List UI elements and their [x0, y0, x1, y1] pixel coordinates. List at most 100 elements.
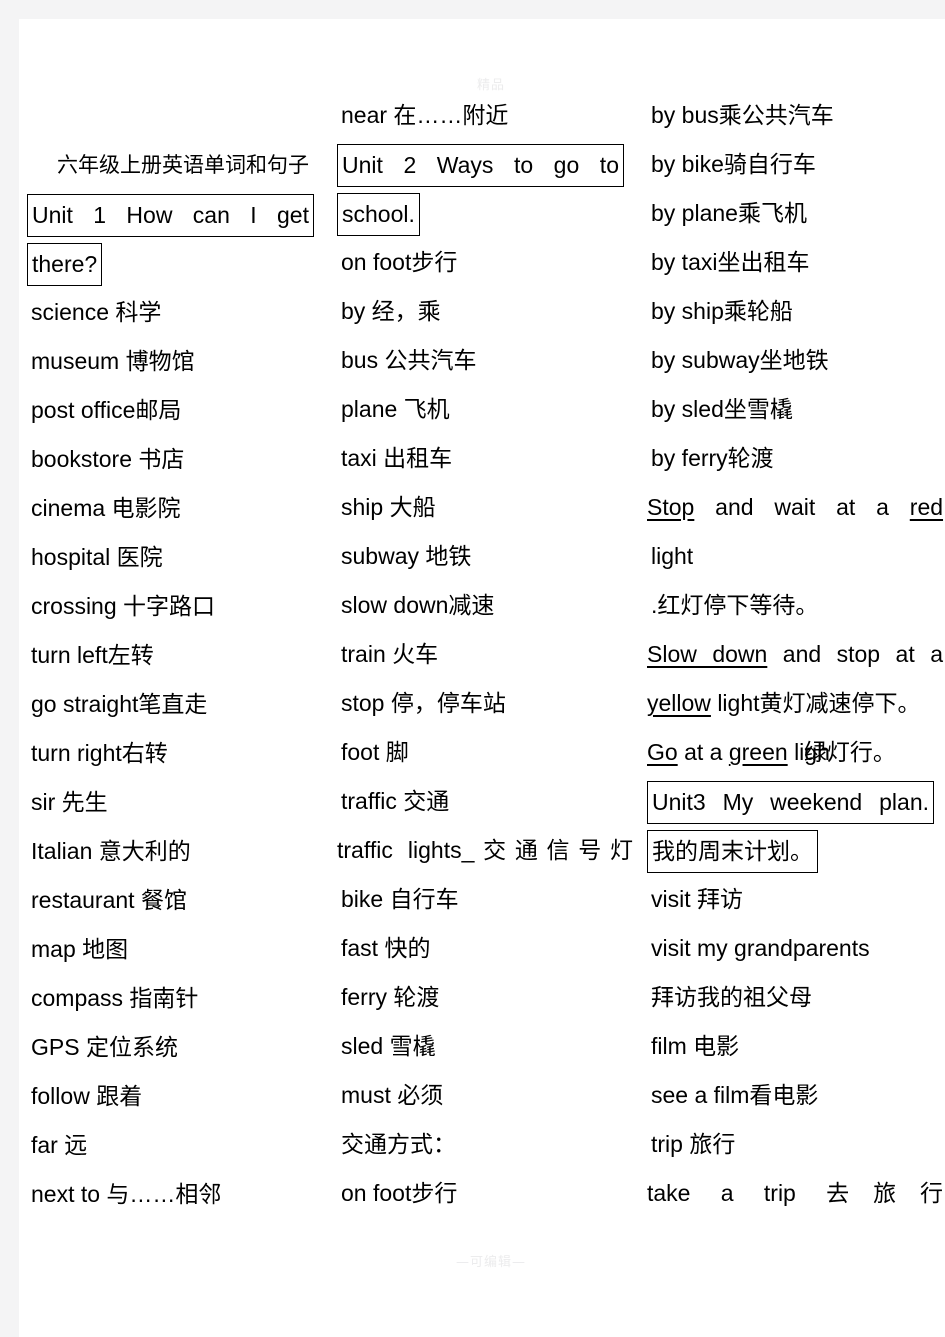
vocabulary-entry: .红灯停下等待。: [647, 581, 945, 630]
vocabulary-entry-text: restaurant 餐馆: [31, 887, 187, 913]
vocabulary-entry: next to 与……相邻: [27, 1170, 337, 1219]
vocabulary-entry: must 必须: [337, 1071, 647, 1120]
vocabulary-entry-text: turn right右转: [31, 740, 168, 766]
vocabulary-entry-text: by taxi坐出租车: [651, 249, 810, 275]
vocabulary-entry: visit my grandparents: [647, 924, 945, 973]
vocabulary-entry-text: hospital 医院: [31, 544, 163, 570]
vocabulary-entry: 交通方式：: [337, 1120, 647, 1169]
vocabulary-entry-text: ferry 轮渡: [341, 984, 440, 1010]
vocabulary-entry: ferry 轮渡: [337, 973, 647, 1022]
vocabulary-entry: 拜访我的祖父母: [647, 973, 945, 1022]
vocabulary-entry-text: map 地图: [31, 936, 129, 962]
vocabulary-entry-text: visit my grandparents: [651, 935, 870, 961]
example-sentence: Slow down and stop at a: [647, 630, 945, 679]
vocabulary-entry-text: on foot步行: [341, 249, 458, 275]
vocabulary-entry: by sled坐雪橇: [647, 385, 945, 434]
vocabulary-entry: film 电影: [647, 1022, 945, 1071]
vocabulary-entry: on foot步行: [337, 1169, 647, 1218]
vocabulary-entry-text: bookstore 书店: [31, 446, 185, 472]
unit-heading-text: Unit 2 Ways to go to: [337, 144, 624, 188]
column-3: by bus乘公共汽车 by bike骑自行车 by plane乘飞机 by taxi…: [647, 19, 945, 1337]
vocabulary-entry-text: by bus乘公共汽车: [651, 102, 834, 128]
unit-heading-continuation-text: school.: [337, 193, 420, 237]
vocabulary-entry-text: next to 与……相邻: [31, 1181, 222, 1207]
vocabulary-entry: by ferry轮渡: [647, 434, 945, 483]
vocabulary-entry-text: compass 指南针: [31, 985, 199, 1011]
vocabulary-entry: post office邮局: [27, 386, 337, 435]
unit-heading-continuation-text: there?: [27, 243, 103, 287]
example-sentence-line: Go at a green ligh绿灯行。: [647, 728, 896, 777]
vocabulary-entry-text: by sled坐雪橇: [651, 396, 793, 422]
example-sentence-line: yellow light黄灯减速停下。: [647, 679, 921, 728]
vocabulary-entry: crossing 十字路口: [27, 582, 337, 631]
vocabulary-entry: by bike骑自行车: [647, 140, 945, 189]
underlined-phrase: Stop: [647, 494, 695, 520]
vocabulary-entry-text: crossing 十字路口: [31, 593, 216, 619]
vocabulary-entry-text: far 远: [31, 1132, 88, 1158]
vocabulary-entry-text: see a film看电影: [651, 1082, 819, 1108]
unit-heading-text: Unit 1 How can I get: [27, 194, 314, 238]
sentence-text: and stop at a: [782, 641, 943, 667]
vocabulary-entry: by subway坐地铁: [647, 336, 945, 385]
vocabulary-entry-text: sled 雪橇: [341, 1033, 436, 1059]
vocabulary-entry: turn left左转: [27, 631, 337, 680]
unit-heading-box-continuation: school.: [337, 189, 647, 238]
vocabulary-entry-text: bike 自行车: [341, 886, 459, 912]
vocabulary-entry: taxi 出租车: [337, 434, 647, 483]
vocabulary-entry-text: by subway坐地铁: [651, 347, 829, 373]
vocabulary-entry-text: Italian 意大利的: [31, 838, 191, 864]
vocabulary-entry-text: bus 公共汽车: [341, 347, 477, 373]
vocabulary-entry: visit 拜访: [647, 875, 945, 924]
vocabulary-entry: go straight笔直走: [27, 680, 337, 729]
underlined-phrase: yellow: [647, 690, 711, 716]
vocabulary-entry: stop 停，停车站: [337, 679, 647, 728]
vocabulary-entry-text: traffic lights_交通信号灯: [337, 837, 633, 863]
vocabulary-entry: GPS 定位系统: [27, 1023, 337, 1072]
document-sheet: 精品 六年级上册英语单词和句子 Unit 1 How can I get there…: [19, 19, 945, 1337]
vocabulary-entry-text: by bike骑自行车: [651, 151, 816, 177]
vocabulary-entry: trip 旅行: [647, 1120, 945, 1169]
vocabulary-entry: far 远: [27, 1121, 337, 1170]
vocabulary-entry: museum 博物馆: [27, 337, 337, 386]
vocabulary-entry-text: turn left左转: [31, 642, 154, 668]
vocabulary-entry: take a trip 去旅行: [647, 1169, 945, 1218]
vocabulary-entry: science 科学: [27, 288, 337, 337]
vocabulary-entry-text: light: [651, 543, 694, 569]
vocabulary-entry-text: plane 飞机: [341, 396, 450, 422]
unit-heading-box: Unit 1 How can I get: [27, 190, 337, 239]
page-background: 精品 六年级上册英语单词和句子 Unit 1 How can I get there…: [0, 0, 945, 1337]
vocabulary-entry-text: take a trip 去旅行: [647, 1180, 943, 1206]
underlined-phrase: red: [909, 494, 944, 520]
unit-heading-box-continuation: 我的周末计划。: [647, 826, 945, 875]
vocabulary-entry: by plane乘飞机: [647, 189, 945, 238]
vocabulary-entry: train 火车: [337, 630, 647, 679]
chinese-gloss: 绿灯行。: [803, 739, 896, 765]
vocabulary-entry: sled 雪橇: [337, 1022, 647, 1071]
vocabulary-entry: map 地图: [27, 925, 337, 974]
vocabulary-entry-text: by ferry轮渡: [651, 445, 774, 471]
vocabulary-entry-text: GPS 定位系统: [31, 1034, 178, 1060]
example-sentence-line: Slow down and stop at a: [647, 630, 943, 679]
unit-heading-box: Unit3 My weekend plan.: [647, 777, 945, 826]
vocabulary-entry: by 经，乘: [337, 287, 647, 336]
vocabulary-entry-text: slow down减速: [341, 592, 495, 618]
vocabulary-entry: on foot步行: [337, 238, 647, 287]
vocabulary-entry-text: film 电影: [651, 1033, 740, 1059]
vocabulary-entry-text: by plane乘飞机: [651, 200, 807, 226]
vocabulary-entry: plane 飞机: [337, 385, 647, 434]
sentence-text: light: [717, 690, 760, 716]
column-2: near 在……附近 Unit 2 Ways to go to school. on …: [337, 19, 647, 1337]
example-sentence: Go at a green ligh绿灯行。: [647, 728, 945, 777]
vocabulary-entry-text: follow 跟着: [31, 1083, 143, 1109]
vocabulary-entry-text: taxi 出租车: [341, 445, 453, 471]
vocabulary-entry-text: 交通方式：: [341, 1131, 456, 1157]
vocabulary-entry-text: foot 脚: [341, 739, 409, 765]
vocabulary-entry: subway 地铁: [337, 532, 647, 581]
vocabulary-entry: bookstore 书店: [27, 435, 337, 484]
watermark-bottom: —可编辑—: [455, 1255, 526, 1270]
vocabulary-entry-text: train 火车: [341, 641, 439, 667]
vocabulary-entry-text: cinema 电影院: [31, 495, 181, 521]
example-sentence: yellow light黄灯减速停下。: [647, 679, 945, 728]
vocabulary-entry-text: traffic 交通: [341, 788, 450, 814]
vocabulary-entry: fast 快的: [337, 924, 647, 973]
